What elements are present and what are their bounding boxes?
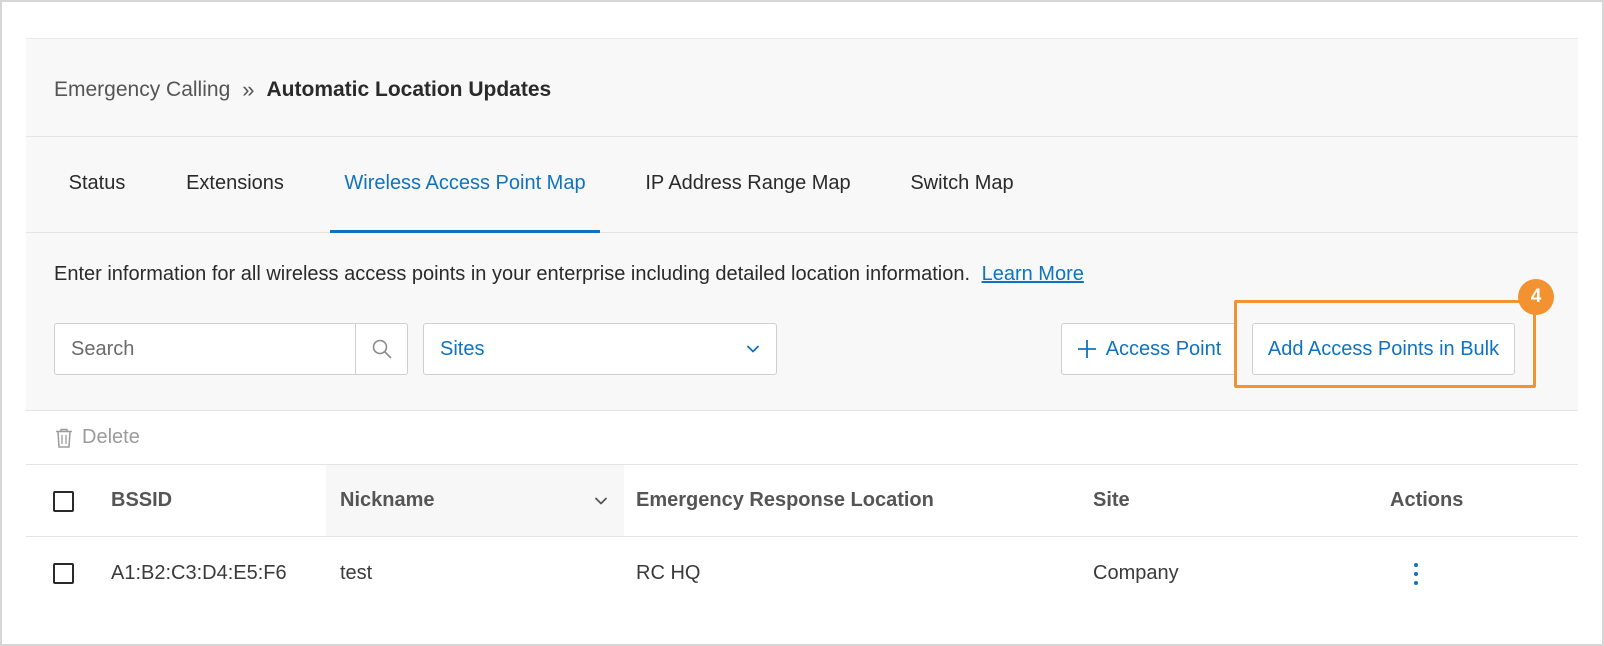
breadcrumb: Emergency Calling » Automatic Location U… bbox=[54, 77, 551, 103]
search-icon bbox=[372, 339, 391, 359]
kebab-dot bbox=[1414, 581, 1418, 585]
tab-switch-map[interactable]: Switch Map bbox=[896, 137, 1028, 233]
trash-icon bbox=[56, 428, 72, 448]
table-row: A1:B2:C3:D4:E5:F6 test RC HQ Company bbox=[26, 537, 1578, 609]
kebab-dot bbox=[1414, 563, 1418, 567]
tab-ip-address-range-map[interactable]: IP Address Range Map bbox=[631, 137, 865, 233]
page-title: Automatic Location Updates bbox=[266, 78, 552, 101]
cell-site: Company bbox=[1093, 562, 1179, 584]
tab-bar: Status Extensions Wireless Access Point … bbox=[26, 137, 1578, 233]
row-checkbox[interactable] bbox=[53, 563, 74, 584]
kebab-dot bbox=[1414, 572, 1418, 576]
table-header: BSSID Nickname Emergency Response Locati… bbox=[26, 465, 1578, 537]
main-panel: Emergency Calling » Automatic Location U… bbox=[26, 38, 1578, 632]
sort-chevron-down-icon bbox=[595, 497, 607, 505]
sites-dropdown-value: Sites bbox=[440, 337, 485, 360]
row-actions-kebab-icon[interactable] bbox=[1410, 563, 1422, 585]
callout-step-badge: 4 bbox=[1518, 279, 1554, 315]
page-header: Emergency Calling » Automatic Location U… bbox=[26, 38, 1578, 137]
plus-icon bbox=[1077, 340, 1096, 358]
column-header-bssid[interactable]: BSSID bbox=[111, 465, 321, 536]
column-header-nickname[interactable]: Nickname bbox=[326, 465, 624, 536]
bulk-actions-row: Delete bbox=[26, 411, 1578, 465]
tab-wireless-access-point-map[interactable]: Wireless Access Point Map bbox=[330, 137, 600, 233]
tab-extensions[interactable]: Extensions bbox=[171, 137, 299, 233]
callout-highlight bbox=[1234, 300, 1536, 388]
delete-label: Delete bbox=[82, 426, 140, 448]
search-input[interactable] bbox=[55, 324, 355, 374]
search-button[interactable] bbox=[355, 324, 407, 374]
column-header-emergency-response-location[interactable]: Emergency Response Location bbox=[636, 465, 1056, 536]
add-access-point-label: Access Point bbox=[1105, 337, 1222, 360]
cell-nickname: test bbox=[340, 562, 373, 584]
search-box bbox=[54, 323, 408, 375]
info-text: Enter information for all wireless acces… bbox=[54, 263, 1084, 286]
column-header-actions: Actions bbox=[1390, 489, 1464, 511]
sites-dropdown[interactable]: Sites bbox=[423, 323, 777, 375]
column-header-nickname-label: Nickname bbox=[340, 489, 435, 511]
cell-emergency-response-location: RC HQ bbox=[636, 562, 701, 584]
cell-bssid: A1:B2:C3:D4:E5:F6 bbox=[111, 562, 287, 584]
breadcrumb-separator: » bbox=[242, 77, 255, 102]
info-description: Enter information for all wireless acces… bbox=[54, 263, 971, 285]
chevron-down-icon bbox=[747, 345, 759, 353]
toolbar: Enter information for all wireless acces… bbox=[26, 233, 1578, 411]
delete-button[interactable]: Delete bbox=[54, 426, 140, 449]
add-access-point-button[interactable]: Access Point bbox=[1061, 323, 1236, 375]
tab-status[interactable]: Status bbox=[54, 137, 140, 233]
learn-more-link[interactable]: Learn More bbox=[982, 263, 1084, 285]
select-all-checkbox[interactable] bbox=[53, 491, 74, 512]
breadcrumb-parent[interactable]: Emergency Calling bbox=[54, 78, 230, 102]
column-header-site[interactable]: Site bbox=[1093, 465, 1293, 536]
